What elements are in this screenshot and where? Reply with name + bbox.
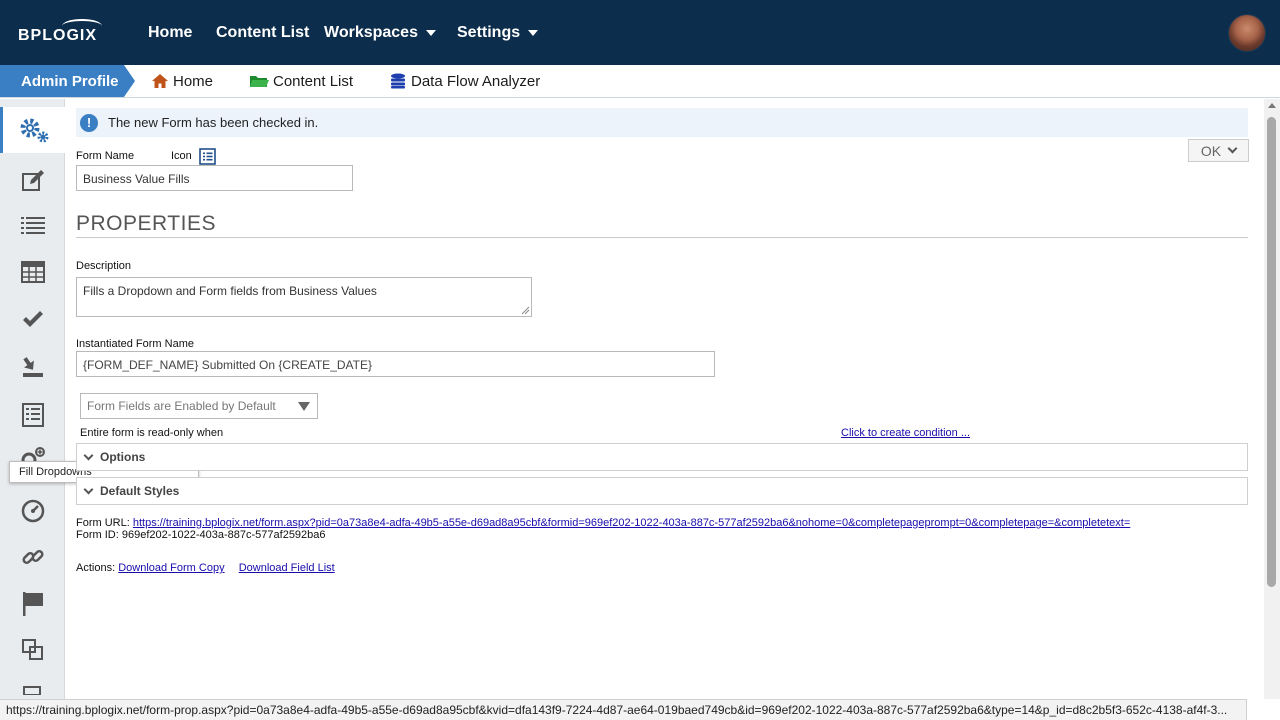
rail-table[interactable] [0, 249, 65, 295]
form-name-input[interactable]: Business Value Fills [76, 165, 353, 191]
ok-label: OK [1200, 142, 1222, 159]
left-tool-rail [0, 99, 65, 699]
nav-workspaces-label: Workspaces [324, 23, 418, 41]
rail-properties[interactable] [0, 107, 65, 153]
rail-edit[interactable] [0, 158, 65, 204]
form-id-value: 969ef202-1022-403a-887c-577af2592ba6 [121, 529, 326, 541]
caret-down-icon [425, 29, 436, 36]
default-styles-label: Default Styles [100, 484, 180, 498]
database-icon [391, 73, 405, 89]
properties-divider [76, 237, 1248, 238]
caret-down-icon [528, 29, 539, 36]
instantiated-form-name-label: Instantiated Form Name [76, 338, 194, 350]
instantiated-form-name-input[interactable]: {FORM_DEF_NAME} Submitted On {CREATE_DAT… [76, 351, 715, 377]
admin-profile-tab[interactable]: Admin Profile [0, 65, 135, 97]
form-fields-enabled-select[interactable]: Form Fields are Enabled by Default [80, 393, 318, 419]
options-section-toggle[interactable]: Options [76, 443, 1248, 471]
create-condition-link[interactable]: Click to create condition ... [841, 427, 970, 439]
form-fields-enabled-value: Form Fields are Enabled by Default [87, 399, 276, 413]
browser-status-bar: https://training.bplogix.net/form-prop.a… [0, 699, 1247, 720]
rail-links[interactable] [0, 534, 65, 580]
crumb-data-flow-analyzer-label: Data Flow Analyzer [411, 72, 541, 90]
crumb-data-flow-analyzer[interactable]: Data Flow Analyzer [389, 65, 540, 97]
logo-text: BPLOGIX [18, 27, 98, 44]
readonly-when-label: Entire form is read-only when [80, 427, 224, 439]
download-icon [22, 357, 43, 377]
form-id-label: Form ID: [76, 529, 119, 541]
list-icon [20, 217, 45, 234]
chevron-down-icon [83, 450, 94, 460]
edit-icon [21, 170, 44, 191]
secondary-nav-bar: Admin Profile Home Content List Data Flo… [0, 65, 1280, 98]
dashboard-icon [21, 499, 44, 523]
gears-icon [20, 118, 49, 143]
scroll-up-arrow-icon[interactable] [1268, 103, 1276, 108]
download-field-list-link[interactable]: Download Field List [239, 562, 335, 574]
user-avatar[interactable] [1228, 14, 1266, 52]
form-url-link[interactable]: https://training.bplogix.net/form.aspx?p… [133, 517, 1130, 529]
scrollbar-thumb[interactable] [1267, 117, 1276, 587]
dropdown-arrow-icon [298, 402, 310, 411]
form-icon-picker-icon[interactable] [199, 148, 216, 165]
properties-heading: PROPERTIES [76, 212, 216, 235]
options-label: Options [100, 450, 146, 464]
crumb-content-list-label: Content List [273, 72, 354, 90]
rail-validation[interactable] [0, 297, 65, 343]
chevron-down-icon [83, 484, 94, 494]
actions-row: Actions: Download Form Copy Download Fie… [76, 562, 335, 574]
info-icon: ! [80, 113, 98, 132]
table-icon [20, 261, 45, 283]
crumb-home[interactable]: Home [151, 65, 213, 97]
chevron-down-icon [1227, 143, 1238, 154]
bplogix-logo[interactable]: BPLOGIX [18, 19, 108, 47]
nav-content-list-label: Content List [216, 23, 310, 41]
nav-home-label: Home [148, 23, 193, 41]
document-icon [22, 686, 41, 695]
ok-dropdown-button[interactable]: OK [1188, 139, 1249, 162]
copy-icon [21, 639, 43, 660]
link-icon [21, 549, 44, 565]
top-navigation-bar: BPLOGIX Home Content List Workspaces Set… [0, 0, 1280, 65]
crumb-home-label: Home [173, 72, 214, 90]
nav-content-list[interactable]: Content List [216, 0, 309, 65]
rail-copy[interactable] [0, 627, 65, 673]
rail-performance[interactable] [0, 488, 65, 534]
description-textarea[interactable]: Fills a Dropdown and Form fields from Bu… [76, 277, 532, 317]
form-url-row: Form URL: https://training.bplogix.net/f… [76, 517, 1130, 529]
description-label: Description [76, 260, 132, 272]
vertical-scrollbar[interactable] [1264, 99, 1280, 699]
nav-settings-label: Settings [457, 23, 521, 41]
admin-profile-label: Admin Profile [21, 72, 119, 90]
nav-workspaces[interactable]: Workspaces [324, 0, 436, 65]
resize-handle-icon[interactable] [521, 306, 530, 315]
icon-label: Icon [171, 150, 192, 162]
check-icon [22, 311, 43, 327]
form-url-label: Form URL: [76, 517, 130, 529]
actions-label: Actions: [76, 562, 116, 574]
form-id-row: Form ID: 969ef202-1022-403a-887c-577af25… [76, 529, 326, 541]
rail-fields[interactable] [0, 203, 65, 249]
home-icon [152, 74, 168, 88]
folder-icon [250, 76, 269, 87]
rail-more[interactable] [0, 673, 65, 699]
rail-form-list[interactable] [0, 392, 65, 438]
rail-flag[interactable] [0, 581, 65, 627]
form-list-icon [21, 403, 44, 427]
default-styles-section-toggle[interactable]: Default Styles [76, 477, 1248, 505]
nav-home[interactable]: Home [148, 0, 192, 65]
nav-settings[interactable]: Settings [457, 0, 539, 65]
download-form-copy-link[interactable]: Download Form Copy [118, 562, 224, 574]
notice-text: The new Form has been checked in. [108, 115, 319, 130]
form-name-label: Form Name [76, 150, 135, 162]
flag-icon [22, 592, 43, 616]
checkin-notice: ! The new Form has been checked in. [76, 108, 1248, 137]
rail-import[interactable] [0, 344, 65, 390]
crumb-content-list[interactable]: Content List [249, 65, 353, 97]
